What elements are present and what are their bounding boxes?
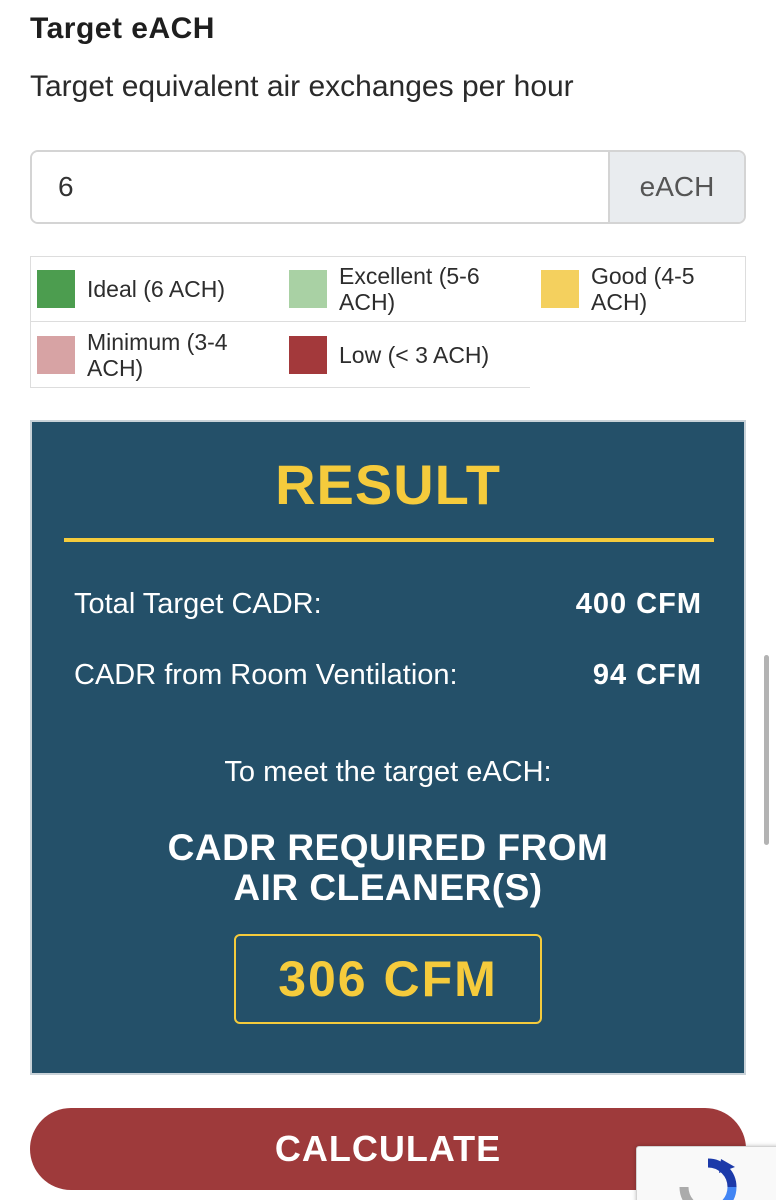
- ventilation-cadr-row: CADR from Room Ventilation: 94 CFM: [74, 659, 702, 692]
- total-cadr-value: 400 CFM: [575, 588, 702, 620]
- meet-target-text: To meet the target eACH:: [224, 756, 552, 788]
- section-title: Target eACH: [30, 12, 215, 45]
- each-unit-addon: eACH: [608, 152, 744, 222]
- recaptcha-icon: [679, 1158, 737, 1200]
- legend-label-minimum: Minimum (3-4 ACH): [87, 328, 228, 381]
- result-divider: [64, 538, 714, 542]
- legend-label-good: Good (4-5 ACH): [591, 263, 695, 315]
- legend-row: Ideal (6 ACH) Excellent (5-6 ACH) Good (…: [30, 256, 746, 322]
- total-cadr-row: Total Target CADR: 400 CFM: [74, 588, 702, 621]
- legend-item-low: Low (< 3 ACH): [283, 322, 535, 387]
- legend-row: Minimum (3-4 ACH) Low (< 3 ACH): [30, 322, 530, 388]
- total-cadr-label: Total Target CADR:: [74, 588, 322, 620]
- required-cadr-heading: CADR REQUIRED FROM AIR CLEANER(S): [32, 828, 744, 908]
- required-heading-line2: AIR CLEANER(S): [233, 867, 543, 908]
- legend-label-ideal: Ideal (6 ACH): [87, 276, 226, 302]
- target-each-input[interactable]: [32, 152, 608, 222]
- calculator-page: Target eACH Target equivalent air exchan…: [0, 0, 776, 1200]
- legend-item-ideal: Ideal (6 ACH): [31, 257, 283, 321]
- ventilation-cadr-value: 94 CFM: [592, 659, 702, 691]
- result-panel: RESULT Total Target CADR: 400 CFM CADR f…: [30, 420, 746, 1075]
- section-subtitle: Target equivalent air exchanges per hour: [30, 70, 574, 103]
- required-heading-line1: CADR REQUIRED FROM: [167, 827, 609, 868]
- target-each-input-group: eACH: [30, 150, 746, 224]
- ventilation-cadr-label: CADR from Room Ventilation:: [74, 659, 458, 691]
- scrollbar-thumb[interactable]: [764, 655, 769, 845]
- legend-label-excellent: Excellent (5-6 ACH): [339, 263, 480, 315]
- legend-swatch-excellent: [289, 270, 327, 308]
- legend-item-excellent: Excellent (5-6 ACH): [283, 257, 535, 321]
- required-cadr-value: 306 CFM: [234, 934, 542, 1024]
- legend-item-minimum: Minimum (3-4 ACH): [31, 322, 283, 387]
- legend-label-low: Low (< 3 ACH): [339, 341, 490, 368]
- legend-swatch-good: [541, 270, 579, 308]
- recaptcha-badge[interactable]: [636, 1146, 776, 1200]
- legend-item-good: Good (4-5 ACH): [535, 257, 745, 321]
- result-title: RESULT: [275, 453, 501, 516]
- legend-swatch-low: [289, 335, 327, 374]
- ach-legend: Ideal (6 ACH) Excellent (5-6 ACH) Good (…: [30, 256, 746, 388]
- legend-swatch-minimum: [37, 335, 75, 374]
- legend-swatch-ideal: [37, 270, 75, 308]
